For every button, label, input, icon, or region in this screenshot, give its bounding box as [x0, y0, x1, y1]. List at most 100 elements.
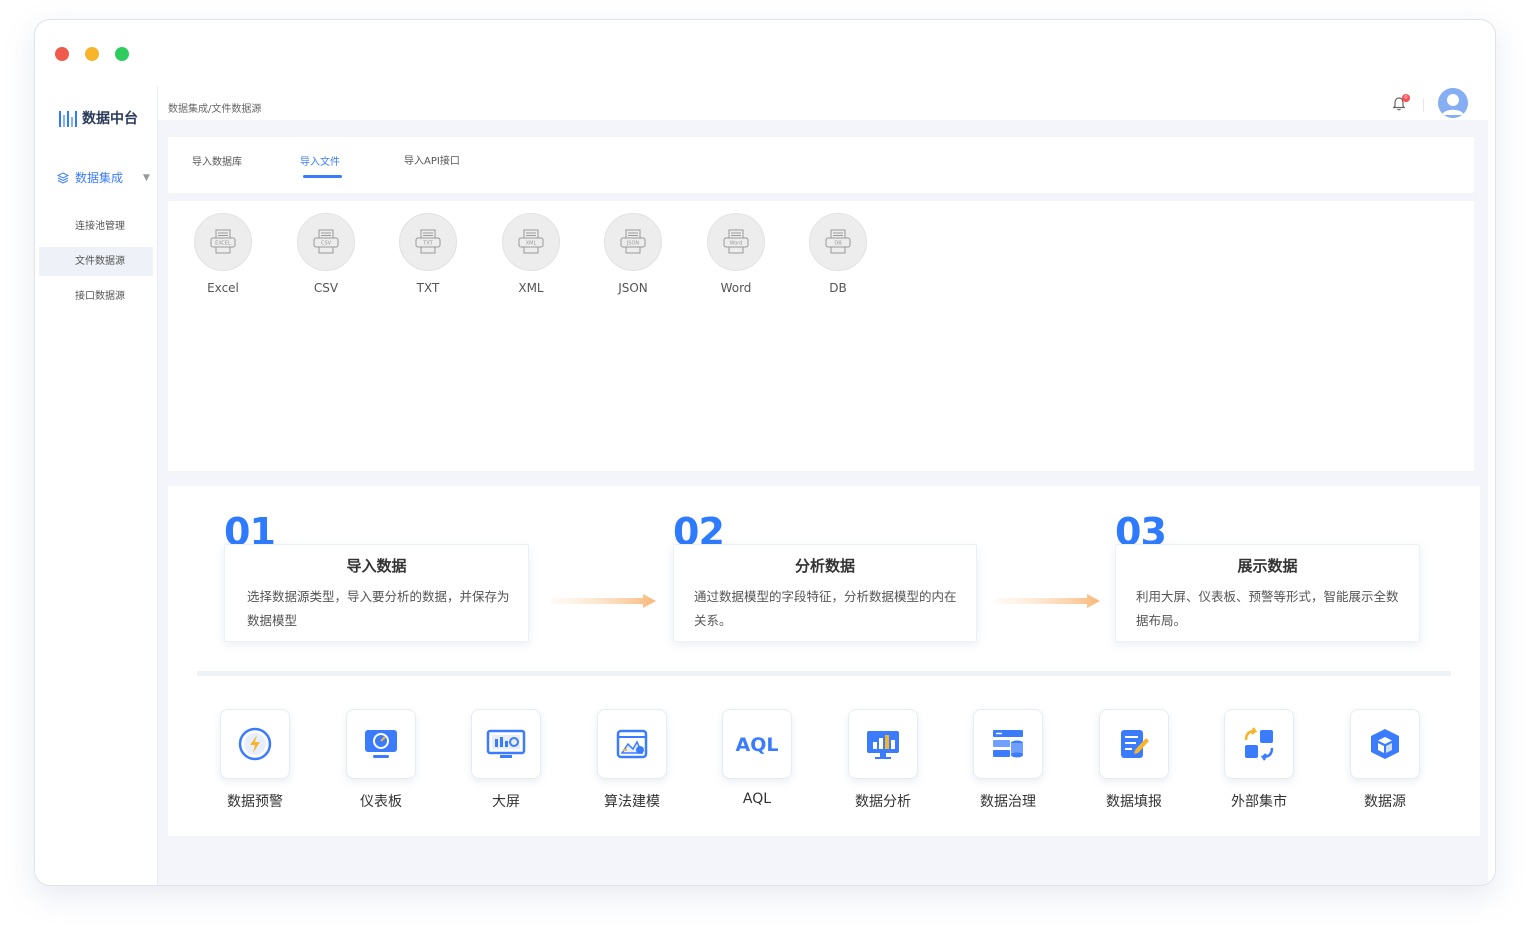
caret-down-icon: ▼: [143, 172, 150, 183]
svg-text:TXT: TXT: [422, 241, 433, 247]
printer-icon: CSV: [297, 213, 355, 271]
user-avatar-icon: [1438, 88, 1468, 118]
active-tab-indicator: [303, 175, 342, 178]
step-title: 展示数据: [1237, 557, 1298, 575]
printer-icon: XML: [502, 213, 560, 271]
avatar[interactable]: [1438, 88, 1468, 118]
tool-aql[interactable]: AQL AQL: [717, 709, 797, 807]
svg-text:CSV: CSV: [321, 241, 332, 247]
logo[interactable]: 数据中台: [59, 108, 138, 128]
big-screen-icon: [471, 709, 541, 779]
tab-import-file[interactable]: 导入文件: [300, 153, 340, 168]
governance-icon: [973, 709, 1043, 779]
window-controls: [55, 47, 129, 61]
svg-text:Word: Word: [730, 241, 743, 247]
minimize-window-button[interactable]: [85, 47, 99, 61]
datasource-icon: [1350, 709, 1420, 779]
sidebar-item-file-datasource[interactable]: 文件数据源: [39, 247, 153, 276]
tab-import-api[interactable]: 导入API接口: [404, 152, 460, 167]
step-title: 导入数据: [346, 557, 407, 575]
tool-algorithm-modeling[interactable]: 算法建模: [592, 709, 672, 811]
printer-icon: JSON: [604, 213, 662, 271]
svg-text:EXCEL: EXCEL: [215, 241, 231, 247]
tool-label: 数据治理: [980, 794, 1036, 810]
file-type-label: JSON: [618, 281, 648, 295]
step-card-display: 展示数据 利用大屏、仪表板、预警等形式，智能展示全数据布局。: [1115, 544, 1420, 642]
tool-datasource[interactable]: 数据源: [1345, 709, 1425, 811]
tool-label: 大屏: [492, 794, 520, 810]
market-icon: [1224, 709, 1294, 779]
printer-icon: EXCEL: [194, 213, 252, 271]
step-card-import: 导入数据 选择数据源类型，导入要分析的数据，并保存为数据模型: [224, 544, 529, 642]
svg-text:DB: DB: [834, 241, 842, 247]
tool-dashboard[interactable]: 仪表板: [341, 709, 421, 811]
fill-report-icon: [1099, 709, 1169, 779]
file-type-csv[interactable]: CSV CSV: [296, 213, 356, 295]
file-type-panel: EXCEL Excel CSV CSV TXT TXT XML XML JSON: [168, 201, 1474, 471]
svg-text:AQL: AQL: [736, 734, 779, 756]
step-description: 利用大屏、仪表板、预警等形式，智能展示全数据布局。: [1136, 589, 1399, 628]
tool-label: 数据分析: [855, 794, 911, 810]
tool-data-analysis[interactable]: 数据分析: [843, 709, 923, 811]
tool-data-fill-report[interactable]: 数据填报: [1094, 709, 1174, 811]
svg-text:JSON: JSON: [626, 241, 640, 247]
tool-big-screen[interactable]: 大屏: [466, 709, 546, 811]
sidebar: 数据中台 数据集成 ▼ 连接池管理 文件数据源 接口数据源: [35, 86, 158, 885]
tool-label: 算法建模: [604, 794, 660, 810]
maximize-window-button[interactable]: [115, 47, 129, 61]
layers-icon: [57, 171, 69, 184]
file-type-label: Word: [720, 281, 752, 295]
file-type-label: TXT: [416, 281, 440, 295]
file-type-xml[interactable]: XML XML: [501, 213, 561, 295]
svg-text:XML: XML: [526, 241, 537, 247]
sidebar-item-api-datasource[interactable]: 接口数据源: [39, 282, 153, 311]
tool-label: AQL: [742, 791, 772, 807]
file-type-word[interactable]: Word Word: [706, 213, 766, 295]
step-title: 分析数据: [794, 557, 855, 575]
step-description: 选择数据源类型，导入要分析的数据，并保存为数据模型: [247, 589, 510, 628]
workflow-panel: 01 导入数据 选择数据源类型，导入要分析的数据，并保存为数据模型 02 分析数…: [168, 486, 1480, 836]
aql-icon: AQL: [722, 709, 792, 779]
tool-label: 数据预警: [227, 794, 283, 810]
file-type-txt[interactable]: TXT TXT: [398, 213, 458, 295]
file-type-db[interactable]: DB DB: [808, 213, 868, 295]
tool-data-governance[interactable]: 数据治理: [968, 709, 1048, 811]
step-card-analyze: 分析数据 通过数据模型的字段特征，分析数据模型的内在关系。: [673, 544, 977, 642]
dashboard-icon: [346, 709, 416, 779]
arrow-right-icon: [995, 594, 1100, 608]
printer-icon: DB: [809, 213, 867, 271]
header-divider: [1423, 98, 1424, 112]
app-window: 数据中台 数据集成 ▼ 连接池管理 文件数据源 接口数据源 数据集成/文件数据源…: [34, 19, 1496, 886]
tool-label: 外部集市: [1231, 794, 1287, 810]
printer-icon: Word: [707, 213, 765, 271]
analysis-icon: [848, 709, 918, 779]
file-type-excel[interactable]: EXCEL Excel: [193, 213, 253, 295]
tab-import-database[interactable]: 导入数据库: [192, 153, 242, 168]
logo-icon: [59, 109, 77, 127]
section-divider: [197, 671, 1451, 676]
file-type-label: Excel: [207, 281, 239, 295]
tool-external-market[interactable]: 外部集市: [1219, 709, 1299, 811]
tool-data-alert[interactable]: 数据预警: [215, 709, 295, 811]
file-type-label: XML: [518, 281, 544, 295]
notification-badge: 0: [1402, 94, 1410, 102]
close-window-button[interactable]: [55, 47, 69, 61]
file-type-json[interactable]: JSON JSON: [603, 213, 663, 295]
sidebar-item-label: 连接池管理: [75, 221, 125, 232]
step-description: 通过数据模型的字段特征，分析数据模型的内在关系。: [694, 589, 957, 628]
arrow-right-icon: [551, 594, 656, 608]
tool-label: 仪表板: [360, 794, 402, 810]
nav-group-label: 数据集成: [75, 171, 124, 185]
tool-label: 数据填报: [1106, 794, 1162, 810]
import-tabs: 导入数据库 导入文件 导入API接口: [168, 137, 1474, 193]
file-type-label: DB: [829, 281, 847, 295]
nav-group-data-integration[interactable]: 数据集成 ▼: [57, 169, 150, 186]
algorithm-icon: [597, 709, 667, 779]
file-type-label: CSV: [313, 281, 339, 295]
sidebar-item-label: 文件数据源: [75, 256, 125, 267]
breadcrumb: 数据集成/文件数据源: [168, 104, 262, 115]
alert-icon: [220, 709, 290, 779]
sidebar-item-connection-pool[interactable]: 连接池管理: [39, 212, 153, 241]
logo-text: 数据中台: [82, 111, 138, 127]
tool-label: 数据源: [1364, 794, 1406, 810]
